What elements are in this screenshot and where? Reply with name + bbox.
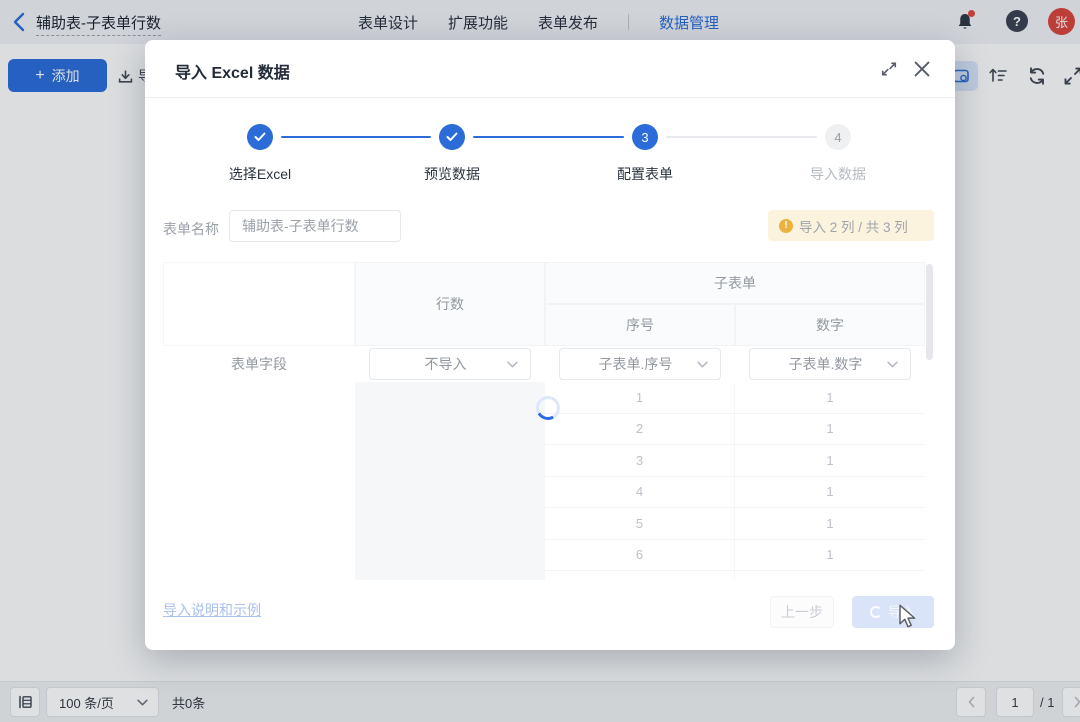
cell-number: 1 (735, 508, 925, 539)
cell-number (735, 571, 925, 580)
mapping-dropdown-number[interactable]: 子表单.数字 (749, 348, 911, 380)
step-4-label: 导入数据 (810, 164, 866, 184)
cell-number: 1 (735, 445, 925, 476)
header-subform-group: 子表单 (545, 262, 925, 304)
mapping-dropdown-seq[interactable]: 子表单.序号 (559, 348, 721, 380)
header-rows-cell: 行数 (355, 262, 545, 346)
mapping-table: 行数 子表单 序号 数字 表单字段 不导入 子表单.序号 子表单.数字 1 1 … (163, 262, 934, 580)
close-icon[interactable] (913, 60, 931, 78)
dropdown-value: 子表单.序号 (574, 354, 697, 374)
previous-step-button[interactable]: 上一步 (770, 596, 834, 628)
cell-number: 1 (735, 414, 925, 445)
step-connector (473, 136, 624, 138)
cell-number: 1 (735, 477, 925, 508)
step-1-label: 选择Excel (229, 164, 291, 184)
step-2-circle (439, 124, 465, 150)
table-row: 4 1 (545, 477, 925, 509)
import-help-link[interactable]: 导入说明和示例 (163, 600, 261, 620)
import-excel-dialog: 导入 Excel 数据 3 4 选择Excel 预览数据 配置表单 导入数据 表… (145, 40, 955, 650)
table-row: 1 1 (545, 382, 925, 414)
dialog-header: 导入 Excel 数据 (145, 40, 955, 98)
excluded-column-block (355, 382, 545, 580)
field-row-label-cell: 表单字段 (163, 346, 355, 382)
cell-seq: 6 (545, 540, 735, 571)
import-button[interactable]: 导入 (852, 596, 934, 628)
step-4-circle: 4 (825, 124, 851, 150)
step-connector (281, 136, 431, 138)
step-1-circle (247, 124, 273, 150)
cell-seq: 1 (545, 382, 735, 413)
mapping-dropdown-rows[interactable]: 不导入 (369, 348, 531, 380)
cell-seq: 3 (545, 445, 735, 476)
cell-number: 1 (735, 382, 925, 413)
table-row: 2 1 (545, 414, 925, 446)
header-seq-cell: 序号 (545, 304, 735, 346)
expand-icon[interactable] (881, 61, 897, 77)
cell-seq: 2 (545, 414, 735, 445)
step-connector (666, 136, 817, 138)
step-2-label: 预览数据 (424, 164, 480, 184)
table-row: 5 1 (545, 508, 925, 540)
chevron-down-icon (887, 361, 898, 368)
table-row (545, 571, 925, 580)
header-number-cell: 数字 (735, 304, 925, 346)
form-name-label: 表单名称 (163, 219, 219, 239)
chevron-down-icon (697, 361, 708, 368)
header-empty-cell (163, 262, 355, 346)
mouse-cursor (897, 604, 919, 633)
chevron-down-icon (507, 361, 518, 368)
step-3-circle: 3 (632, 124, 658, 150)
button-loading-spinner (870, 606, 882, 618)
dropdown-value: 不导入 (384, 354, 507, 374)
table-row: 6 1 (545, 540, 925, 572)
form-name-input[interactable] (229, 210, 401, 242)
cell-number: 1 (735, 540, 925, 571)
field-row-label: 表单字段 (231, 354, 287, 374)
table-row: 3 1 (545, 445, 925, 477)
check-icon (446, 132, 458, 142)
cell-seq (545, 571, 735, 580)
check-icon (254, 132, 266, 142)
cell-seq: 5 (545, 508, 735, 539)
cell-seq: 4 (545, 477, 735, 508)
dropdown-value: 子表单.数字 (764, 354, 887, 374)
step-3-label: 配置表单 (617, 164, 673, 184)
data-rows: 1 1 2 1 3 1 4 1 5 1 6 1 (545, 382, 925, 580)
warning-icon: ! (779, 219, 793, 233)
import-count-text: 导入 2 列 / 共 3 列 (799, 216, 908, 236)
dialog-title: 导入 Excel 数据 (175, 59, 290, 83)
import-count-badge: ! 导入 2 列 / 共 3 列 (768, 210, 934, 241)
scrollbar-thumb[interactable] (926, 264, 933, 360)
